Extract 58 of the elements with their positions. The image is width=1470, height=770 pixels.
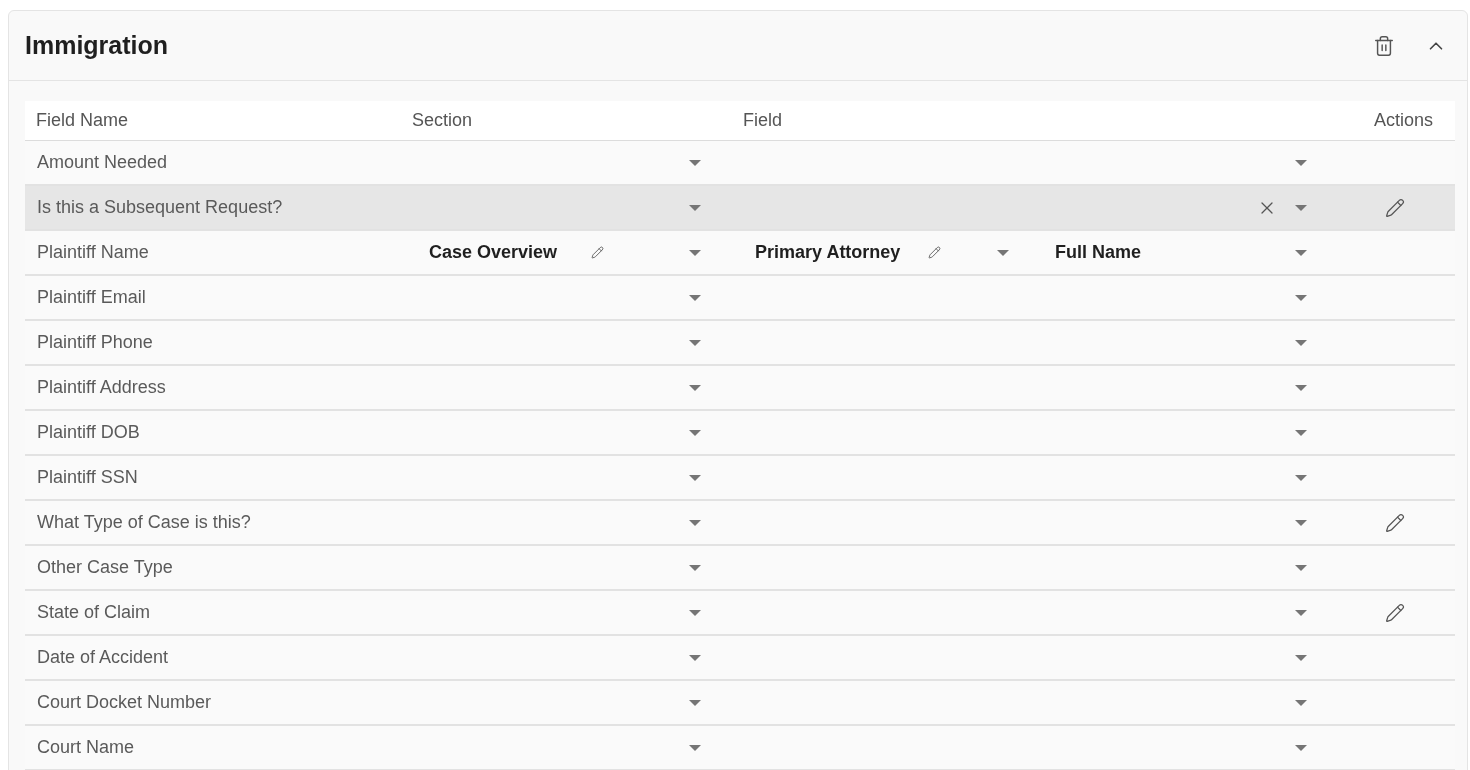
field-name-cell-text: Plaintiff Name [36, 241, 150, 264]
delete-icon[interactable] [1373, 34, 1395, 57]
column-header: Field [743, 109, 783, 132]
field-name-cell-text: Amount Needed [36, 151, 169, 174]
field-name-cell-text: Is this a Subsequent Request? [36, 196, 284, 219]
field-name-cell-text: Court Docket Number [36, 691, 213, 714]
edit-icon[interactable] [1385, 602, 1405, 623]
field-name-cell-text: What Type of Case is this? [36, 511, 252, 534]
field-select[interactable]: Full Name [1009, 239, 1307, 266]
field-name-cell-text: Plaintiff SSN [36, 466, 139, 489]
dropdown-caret-icon[interactable] [1295, 519, 1307, 526]
field-name-cell-text: Plaintiff Phone [36, 331, 154, 354]
dropdown-caret-icon[interactable] [1295, 474, 1307, 481]
dropdown-caret-icon[interactable] [1295, 699, 1307, 706]
dropdown-caret-icon[interactable] [1295, 294, 1307, 301]
dropdown-caret-icon[interactable] [1295, 159, 1307, 166]
dropdown-caret-icon[interactable] [689, 384, 701, 391]
dropdown-caret-icon[interactable] [689, 249, 701, 256]
column-header: Section [412, 109, 474, 132]
field-name-cell-text: Plaintiff Address [36, 376, 167, 399]
dropdown-caret-icon[interactable] [689, 159, 701, 166]
dropdown-caret-icon[interactable] [1295, 654, 1307, 661]
field-name-cell-text: Plaintiff Email [36, 286, 147, 309]
field-name-cell-text: State of Claim [36, 601, 152, 624]
dropdown-caret-icon[interactable] [1295, 564, 1307, 571]
dropdown-caret-icon[interactable] [689, 204, 701, 211]
dropdown-caret-icon[interactable] [1295, 204, 1307, 211]
field-name-cell-text: Other Case Type [36, 556, 174, 579]
dropdown-caret-icon[interactable] [1295, 609, 1307, 616]
dropdown-caret-icon[interactable] [689, 654, 701, 661]
dropdown-caret-icon[interactable] [689, 744, 701, 751]
dropdown-caret-icon[interactable] [1295, 339, 1307, 346]
dropdown-caret-icon[interactable] [689, 564, 701, 571]
dropdown-caret-icon[interactable] [689, 429, 701, 436]
field-select[interactable]: Primary Attorney [755, 239, 1009, 266]
dropdown-caret-icon[interactable] [1295, 744, 1307, 751]
dropdown-caret-icon[interactable] [689, 339, 701, 346]
dropdown-caret-icon[interactable] [689, 519, 701, 526]
dropdown-caret-icon[interactable] [689, 474, 701, 481]
section-select[interactable]: Case Overview [412, 239, 703, 266]
card-title: Immigration [25, 29, 169, 61]
field-name-cell-text: Plaintiff DOB [36, 421, 141, 444]
column-header: Actions [1373, 109, 1434, 132]
dropdown-caret-icon[interactable] [689, 609, 701, 616]
table-row[interactable]: Is this a Subsequent Request? [25, 186, 1455, 231]
dropdown-caret-icon[interactable] [1295, 429, 1307, 436]
dropdown-caret-icon[interactable] [1295, 249, 1307, 256]
edit-icon[interactable] [1385, 197, 1405, 218]
dropdown-caret-icon[interactable] [689, 294, 701, 301]
dropdown-caret-icon[interactable] [1295, 384, 1307, 391]
edit-icon[interactable] [928, 246, 942, 259]
dropdown-caret-icon[interactable] [997, 249, 1009, 256]
edit-icon[interactable] [590, 246, 604, 259]
field-name-cell-text: Court Name [36, 736, 136, 759]
field-name-cell-text: Date of Accident [36, 646, 170, 669]
dropdown-caret-icon[interactable] [689, 699, 701, 706]
column-header: Field Name [35, 109, 130, 132]
edit-icon[interactable] [1385, 512, 1405, 533]
